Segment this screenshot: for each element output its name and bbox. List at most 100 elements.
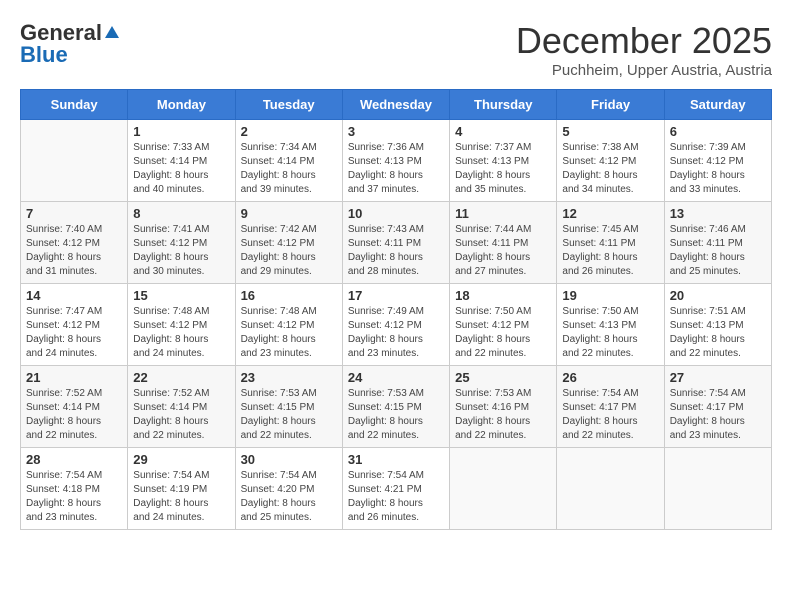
weekday-header-thursday: Thursday [450,90,557,120]
day-info: Sunrise: 7:52 AM Sunset: 4:14 PM Dayligh… [26,387,122,443]
logo-icon [103,24,121,42]
calendar-cell: 19 Sunrise: 7:50 AM Sunset: 4:13 PM Dayli… [557,284,664,366]
calendar-cell: 17 Sunrise: 7:49 AM Sunset: 4:12 PM Dayli… [342,284,449,366]
day-number: 26 [562,370,658,385]
day-number: 29 [133,452,229,467]
day-info: Sunrise: 7:45 AM Sunset: 4:11 PM Dayligh… [562,223,658,279]
calendar-cell: 29Sunrise: 7:54 AM Sunset: 4:19 PM Dayli… [128,448,235,530]
day-info: Sunrise: 7:46 AM Sunset: 4:11 PM Dayligh… [670,223,766,279]
calendar-cell: 15 Sunrise: 7:48 AM Sunset: 4:12 PM Dayli… [128,284,235,366]
calendar-cell: 26 Sunrise: 7:54 AM Sunset: 4:17 PM Dayli… [557,366,664,448]
day-number: 1 [133,124,229,139]
day-number: 27 [670,370,766,385]
weekday-header-sunday: Sunday [21,90,128,120]
calendar-cell: 24 Sunrise: 7:53 AM Sunset: 4:15 PM Dayli… [342,366,449,448]
calendar-cell: 16Sunrise: 7:48 AM Sunset: 4:12 PM Dayli… [235,284,342,366]
day-info: Sunrise: 7:44 AM Sunset: 4:11 PM Dayligh… [455,223,551,279]
calendar-cell: 28Sunrise: 7:54 AM Sunset: 4:18 PM Dayli… [21,448,128,530]
day-number: 4 [455,124,551,139]
day-number: 15 [133,288,229,303]
calendar-table: SundayMondayTuesdayWednesdayThursdayFrid… [20,89,772,530]
calendar-cell: 7 Sunrise: 7:40 AM Sunset: 4:12 PM Daylig… [21,202,128,284]
day-info: Sunrise: 7:50 AM Sunset: 4:12 PM Dayligh… [455,305,551,361]
logo: General Blue [20,20,121,68]
calendar-week-row: 21Sunrise: 7:52 AM Sunset: 4:14 PM Dayli… [21,366,772,448]
calendar-cell: 31 Sunrise: 7:54 AM Sunset: 4:21 PM Dayli… [342,448,449,530]
calendar-cell: 21Sunrise: 7:52 AM Sunset: 4:14 PM Dayli… [21,366,128,448]
day-info: Sunrise: 7:53 AM Sunset: 4:16 PM Dayligh… [455,387,551,443]
day-number: 11 [455,206,551,221]
calendar-cell: 11 Sunrise: 7:44 AM Sunset: 4:11 PM Dayli… [450,202,557,284]
day-number: 2 [241,124,337,139]
day-info: Sunrise: 7:33 AM Sunset: 4:14 PM Dayligh… [133,141,229,197]
day-info: Sunrise: 7:38 AM Sunset: 4:12 PM Dayligh… [562,141,658,197]
day-number: 22 [133,370,229,385]
day-number: 9 [241,206,337,221]
day-info: Sunrise: 7:42 AM Sunset: 4:12 PM Dayligh… [241,223,337,279]
calendar-week-row: 28Sunrise: 7:54 AM Sunset: 4:18 PM Dayli… [21,448,772,530]
day-info: Sunrise: 7:49 AM Sunset: 4:12 PM Dayligh… [348,305,444,361]
calendar-cell: 2 Sunrise: 7:34 AM Sunset: 4:14 PM Daylig… [235,120,342,202]
day-info: Sunrise: 7:37 AM Sunset: 4:13 PM Dayligh… [455,141,551,197]
day-number: 10 [348,206,444,221]
calendar-cell: 6Sunrise: 7:39 AM Sunset: 4:12 PM Daylig… [664,120,771,202]
weekday-header-row: SundayMondayTuesdayWednesdayThursdayFrid… [21,90,772,120]
calendar-cell: 1 Sunrise: 7:33 AM Sunset: 4:14 PM Daylig… [128,120,235,202]
day-info: Sunrise: 7:54 AM Sunset: 4:17 PM Dayligh… [670,387,766,443]
weekday-header-tuesday: Tuesday [235,90,342,120]
calendar-cell: 23Sunrise: 7:53 AM Sunset: 4:15 PM Dayli… [235,366,342,448]
calendar-cell [450,448,557,530]
day-info: Sunrise: 7:54 AM Sunset: 4:21 PM Dayligh… [348,469,444,525]
day-info: Sunrise: 7:54 AM Sunset: 4:17 PM Dayligh… [562,387,658,443]
day-number: 31 [348,452,444,467]
day-info: Sunrise: 7:48 AM Sunset: 4:12 PM Dayligh… [241,305,337,361]
day-number: 19 [562,288,658,303]
day-number: 14 [26,288,122,303]
calendar-cell [664,448,771,530]
day-number: 6 [670,124,766,139]
calendar-cell: 20Sunrise: 7:51 AM Sunset: 4:13 PM Dayli… [664,284,771,366]
day-number: 24 [348,370,444,385]
day-info: Sunrise: 7:50 AM Sunset: 4:13 PM Dayligh… [562,305,658,361]
calendar-cell: 18 Sunrise: 7:50 AM Sunset: 4:12 PM Dayli… [450,284,557,366]
day-info: Sunrise: 7:47 AM Sunset: 4:12 PM Dayligh… [26,305,122,361]
day-info: Sunrise: 7:40 AM Sunset: 4:12 PM Dayligh… [26,223,122,279]
day-info: Sunrise: 7:34 AM Sunset: 4:14 PM Dayligh… [241,141,337,197]
calendar-cell: 12 Sunrise: 7:45 AM Sunset: 4:11 PM Dayli… [557,202,664,284]
day-info: Sunrise: 7:36 AM Sunset: 4:13 PM Dayligh… [348,141,444,197]
day-number: 3 [348,124,444,139]
day-number: 8 [133,206,229,221]
day-number: 7 [26,206,122,221]
day-info: Sunrise: 7:53 AM Sunset: 4:15 PM Dayligh… [348,387,444,443]
calendar-cell: 30Sunrise: 7:54 AM Sunset: 4:20 PM Dayli… [235,448,342,530]
day-info: Sunrise: 7:48 AM Sunset: 4:12 PM Dayligh… [133,305,229,361]
weekday-header-friday: Friday [557,90,664,120]
calendar-cell: 10Sunrise: 7:43 AM Sunset: 4:11 PM Dayli… [342,202,449,284]
calendar-cell [21,120,128,202]
day-number: 18 [455,288,551,303]
calendar-cell: 27 Sunrise: 7:54 AM Sunset: 4:17 PM Dayli… [664,366,771,448]
day-info: Sunrise: 7:41 AM Sunset: 4:12 PM Dayligh… [133,223,229,279]
calendar-cell [557,448,664,530]
day-number: 13 [670,206,766,221]
day-number: 20 [670,288,766,303]
calendar-cell: 4 Sunrise: 7:37 AM Sunset: 4:13 PM Daylig… [450,120,557,202]
day-number: 30 [241,452,337,467]
day-info: Sunrise: 7:53 AM Sunset: 4:15 PM Dayligh… [241,387,337,443]
day-number: 28 [26,452,122,467]
page-header: General Blue December 2025 Puchheim, Upp… [20,20,772,79]
calendar-cell: 14 Sunrise: 7:47 AM Sunset: 4:12 PM Dayli… [21,284,128,366]
logo-blue: Blue [20,42,68,68]
day-number: 25 [455,370,551,385]
calendar-cell: 5 Sunrise: 7:38 AM Sunset: 4:12 PM Daylig… [557,120,664,202]
day-number: 12 [562,206,658,221]
calendar-week-row: 7 Sunrise: 7:40 AM Sunset: 4:12 PM Daylig… [21,202,772,284]
weekday-header-monday: Monday [128,90,235,120]
calendar-cell: 25 Sunrise: 7:53 AM Sunset: 4:16 PM Dayli… [450,366,557,448]
title-area: December 2025 Puchheim, Upper Austria, A… [516,20,772,79]
weekday-header-saturday: Saturday [664,90,771,120]
day-number: 17 [348,288,444,303]
weekday-header-wednesday: Wednesday [342,90,449,120]
day-number: 5 [562,124,658,139]
calendar-week-row: 14 Sunrise: 7:47 AM Sunset: 4:12 PM Dayli… [21,284,772,366]
